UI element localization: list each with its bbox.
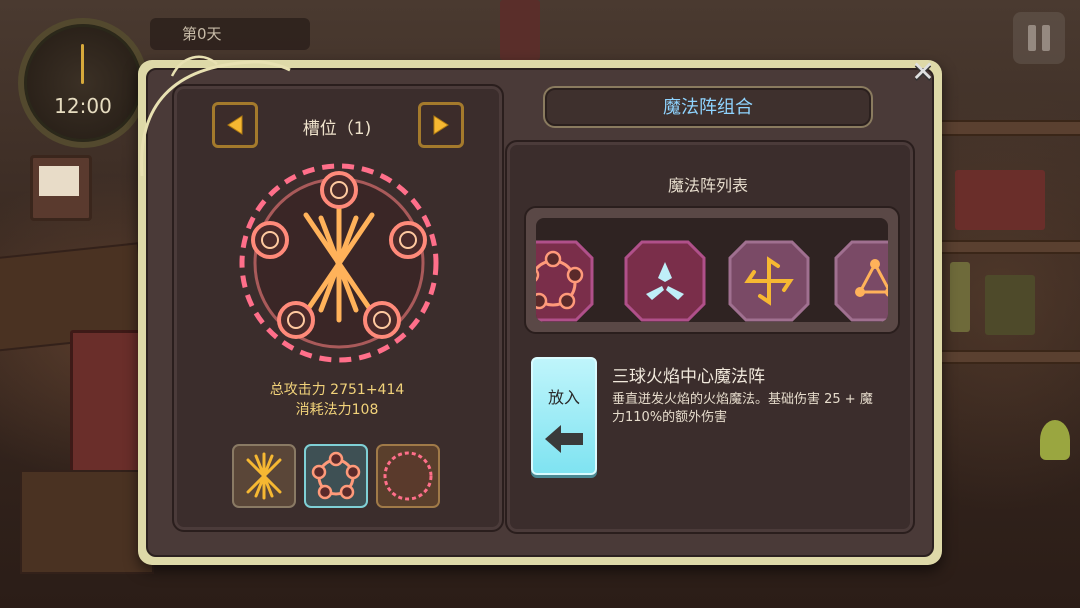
put-in-button[interactable]: 放入: [531, 357, 597, 475]
slot-icon-empty[interactable]: [376, 444, 440, 508]
slot-icon-orbs[interactable]: [304, 444, 368, 508]
book: [955, 170, 1045, 230]
bookshelf: [940, 240, 1080, 254]
triangle-orbs-icon: [834, 240, 888, 322]
total-attack-stat: 总攻击力 2751+414: [269, 382, 405, 398]
spell-list-track: [536, 218, 888, 322]
spell-list-title: 魔法阵列表: [667, 176, 748, 195]
tri-blade-icon: [624, 240, 706, 322]
magic-circle-preview-icon: [239, 163, 439, 363]
hanging-object: [500, 0, 540, 60]
slot-icon-slash[interactable]: [232, 444, 296, 508]
arrow-back-icon: [545, 425, 583, 453]
spell-tile-spiral-flame[interactable]: [726, 238, 812, 322]
spell-name: 三球火焰中心魔法阵: [612, 367, 765, 387]
dialog-title: 魔法阵组合: [543, 86, 873, 128]
spell-description: 垂直迸发火焰的火焰魔法。基础伤害 25 + 魔力110%的额外伤害: [612, 392, 873, 425]
bookshelf: [940, 120, 1080, 136]
dashed-circle-icon: [383, 451, 433, 501]
orb-ring-icon: [536, 240, 594, 322]
close-button[interactable]: ✕: [906, 57, 940, 87]
spell-tile-orb-ring[interactable]: [536, 238, 596, 322]
clock-time: 12:00: [54, 94, 112, 118]
notes-icon[interactable]: [30, 155, 92, 221]
spiral-flame-icon: [728, 240, 810, 322]
clock-hand: [81, 44, 84, 84]
slot-title: 槽位（1): [302, 119, 372, 139]
arrow-right-icon: [433, 115, 449, 135]
spell-tile-triangle-orbs[interactable]: [832, 238, 888, 322]
spell-tile-tri-blade[interactable]: [622, 238, 708, 322]
pause-button[interactable]: [1013, 12, 1065, 64]
mana-cost-stat: 消耗法力108: [295, 402, 379, 418]
potion-bottle: [1040, 420, 1070, 460]
put-in-label: 放入: [547, 388, 580, 407]
arrow-left-icon: [227, 115, 243, 135]
book: [985, 275, 1035, 335]
wooden-crate: [20, 470, 154, 574]
spell-list-scroller[interactable]: [524, 206, 900, 334]
next-slot-button[interactable]: [418, 102, 464, 148]
prev-slot-button[interactable]: [212, 102, 258, 148]
book: [950, 262, 970, 332]
game-clock: 12:00: [18, 18, 148, 148]
star-burst-icon: [246, 452, 282, 500]
bookshelf: [940, 350, 1080, 364]
orb-ring-icon: [311, 451, 361, 500]
